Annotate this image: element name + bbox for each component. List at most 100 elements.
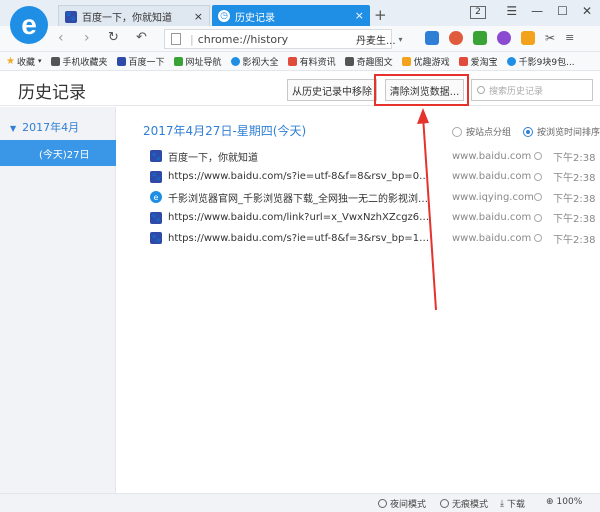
toolbar-icons: ✂ ≡ (425, 31, 574, 45)
entry-domain: www.baidu.com (452, 150, 532, 162)
radio-selected-icon (523, 126, 534, 137)
tv-icon[interactable] (473, 31, 487, 45)
history-row[interactable]: 🐾 https://www.baidu.com/link?url=x_VwxNz… (150, 208, 600, 229)
bookmark-item[interactable]: 优趣游戏 (401, 55, 450, 68)
bookmark-item[interactable]: 奇趣图文 (344, 55, 393, 68)
entry-title[interactable]: https://www.baidu.com/link?url=x_VwxNzhX… (168, 212, 430, 223)
tab-count-badge[interactable]: 2 (470, 6, 486, 19)
moon-icon (378, 499, 387, 508)
download-button[interactable]: ⤓ 下载 (500, 497, 525, 511)
night-mode-toggle[interactable]: 夜间模式 (378, 497, 426, 510)
maximize-icon[interactable]: ☐ (557, 4, 568, 18)
bookmark-label: 优趣游戏 (413, 57, 450, 68)
bookmark-label: 爱淘宝 (470, 57, 498, 68)
search-icon[interactable] (534, 152, 542, 161)
option-label: 按站点分组 (466, 128, 512, 138)
scissors-icon[interactable]: ✂ (545, 31, 555, 45)
taobao-icon (458, 56, 468, 66)
tab-title: 百度一下，你就知道 (82, 13, 172, 24)
search-icon[interactable] (534, 234, 542, 243)
undo-icon[interactable]: ↶ (136, 30, 147, 45)
entry-time: 下午2:38 (553, 234, 596, 246)
sidebar-day-today[interactable]: (今天)27日 (0, 140, 116, 166)
bookmark-item[interactable]: 百度一下 (116, 55, 165, 68)
search-engine-box[interactable]: 丹麦生... ▾ (350, 29, 414, 49)
sidebar-month[interactable]: ▼ 2017年4月 (10, 119, 79, 135)
history-row[interactable]: 🐾 https://www.baidu.com/s?ie=utf-8&f=8&r… (150, 167, 600, 188)
history-list: 🐾 百度一下，你就知道 www.baidu.com 下午2:38 🐾 https… (150, 146, 600, 249)
bookmark-item[interactable]: 影视大全 (230, 55, 279, 68)
tab-title: 历史记录 (235, 12, 275, 24)
day-heading: 2017年4月27日-星期四(今天) (143, 124, 307, 138)
bookmark-item[interactable]: 千影9块9包... (506, 55, 575, 68)
menu-icon[interactable]: ☰ (506, 4, 517, 18)
entry-time: 下午2:38 (553, 152, 596, 164)
status-bar: 夜间模式 无痕模式 ⤓ 下载 ⊕ 100% (0, 493, 600, 512)
extension-icon[interactable] (449, 31, 463, 45)
search-icon[interactable] (534, 172, 542, 181)
search-placeholder: 搜索历史记录 (489, 86, 544, 97)
radio-icon (452, 126, 462, 137)
shop-icon[interactable] (521, 31, 535, 45)
status-label: 下载 (506, 500, 525, 510)
minimize-icon[interactable]: — (531, 4, 543, 18)
bookmark-item[interactable]: 有料资讯 (287, 55, 336, 68)
sort-by-time-option[interactable]: 按浏览时间排序 (523, 125, 600, 138)
search-icon[interactable] (534, 193, 542, 202)
back-icon[interactable]: ‹ (58, 30, 64, 46)
no-trace-toggle[interactable]: 无痕模式 (440, 497, 488, 510)
remove-from-history-button[interactable]: 从历史记录中移除 (287, 79, 377, 101)
address-text: chrome://history (197, 32, 289, 46)
zoom-level: 100% (556, 497, 583, 507)
game-icon (401, 56, 411, 66)
more-icon[interactable]: ≡ (565, 31, 574, 45)
search-box-text: 丹麦生... (356, 35, 396, 47)
bookmark-label: 千影9块9包... (518, 57, 575, 68)
browser-logo-icon[interactable]: e (10, 6, 48, 44)
baidu-paw-icon: 🐾 (65, 10, 77, 23)
close-window-icon[interactable]: ✕ (582, 4, 592, 18)
history-row[interactable]: 🐾 百度一下，你就知道 www.baidu.com 下午2:38 (150, 146, 600, 167)
phone-icon (50, 56, 60, 66)
entry-time: 下午2:38 (553, 214, 596, 226)
new-tab-button[interactable]: + (374, 6, 387, 24)
bookmark-item[interactable]: 爱淘宝 (458, 55, 498, 68)
entry-title[interactable]: https://www.baidu.com/s?ie=utf-8&f=8&rsv… (168, 171, 430, 182)
entry-title[interactable]: 百度一下，你就知道 (168, 149, 430, 164)
month-label: 2017年4月 (22, 121, 80, 134)
tab-history[interactable]: ◷ 历史记录 × (212, 5, 370, 27)
close-tab-icon[interactable]: × (355, 9, 364, 22)
history-row[interactable]: e 千影浏览器官网_千影浏览器下载_全网独一无二的影视浏览器 www.iqyin… (150, 187, 600, 208)
tab-baidu[interactable]: 🐾 百度一下，你就知道 × (58, 5, 210, 27)
refresh-icon[interactable]: ↻ (108, 30, 119, 45)
baidu-paw-icon (116, 56, 126, 66)
apps-icon[interactable] (425, 31, 439, 45)
close-tab-icon[interactable]: × (194, 10, 203, 23)
video-icon (230, 56, 240, 66)
history-search-input[interactable]: 搜索历史记录 (471, 79, 593, 101)
entry-title[interactable]: 千影浏览器官网_千影浏览器下载_全网独一无二的影视浏览器 (168, 190, 430, 205)
history-header: 历史记录 从历史记录中移除 清除浏览数据... 搜索历史记录 (0, 72, 600, 106)
entry-domain: www.baidu.com (452, 212, 532, 224)
bookmark-item[interactable]: 网址导航 (173, 55, 222, 68)
page-title: 历史记录 (18, 83, 86, 103)
entry-domain: www.baidu.com (452, 171, 532, 183)
image-icon (344, 56, 354, 66)
entry-title[interactable]: https://www.baidu.com/s?ie=utf-8&f=3&rsv… (168, 233, 430, 244)
history-row[interactable]: 🐾 https://www.baidu.com/s?ie=utf-8&f=3&r… (150, 228, 600, 249)
search-icon[interactable] (534, 213, 542, 222)
baidu-paw-icon: 🐾 (150, 211, 162, 224)
bookmark-item[interactable]: 手机收藏夹 (50, 55, 108, 68)
entry-domain: www.baidu.com (452, 232, 532, 244)
news-icon (287, 56, 297, 66)
group-by-site-option[interactable]: 按站点分组 (452, 125, 511, 138)
bookmark-label: 手机收藏夹 (62, 57, 108, 68)
zoom-control[interactable]: ⊕ 100% (546, 497, 582, 507)
bookmark-favorites[interactable]: ★ 收藏 ▾ (6, 55, 42, 68)
game-icon[interactable] (497, 31, 511, 45)
search-icon (477, 86, 485, 94)
forward-icon[interactable]: › (84, 30, 90, 46)
baidu-paw-icon: 🐾 (150, 170, 162, 183)
collapse-triangle-icon: ▼ (10, 124, 17, 133)
bookmark-label: 影视大全 (242, 57, 279, 68)
